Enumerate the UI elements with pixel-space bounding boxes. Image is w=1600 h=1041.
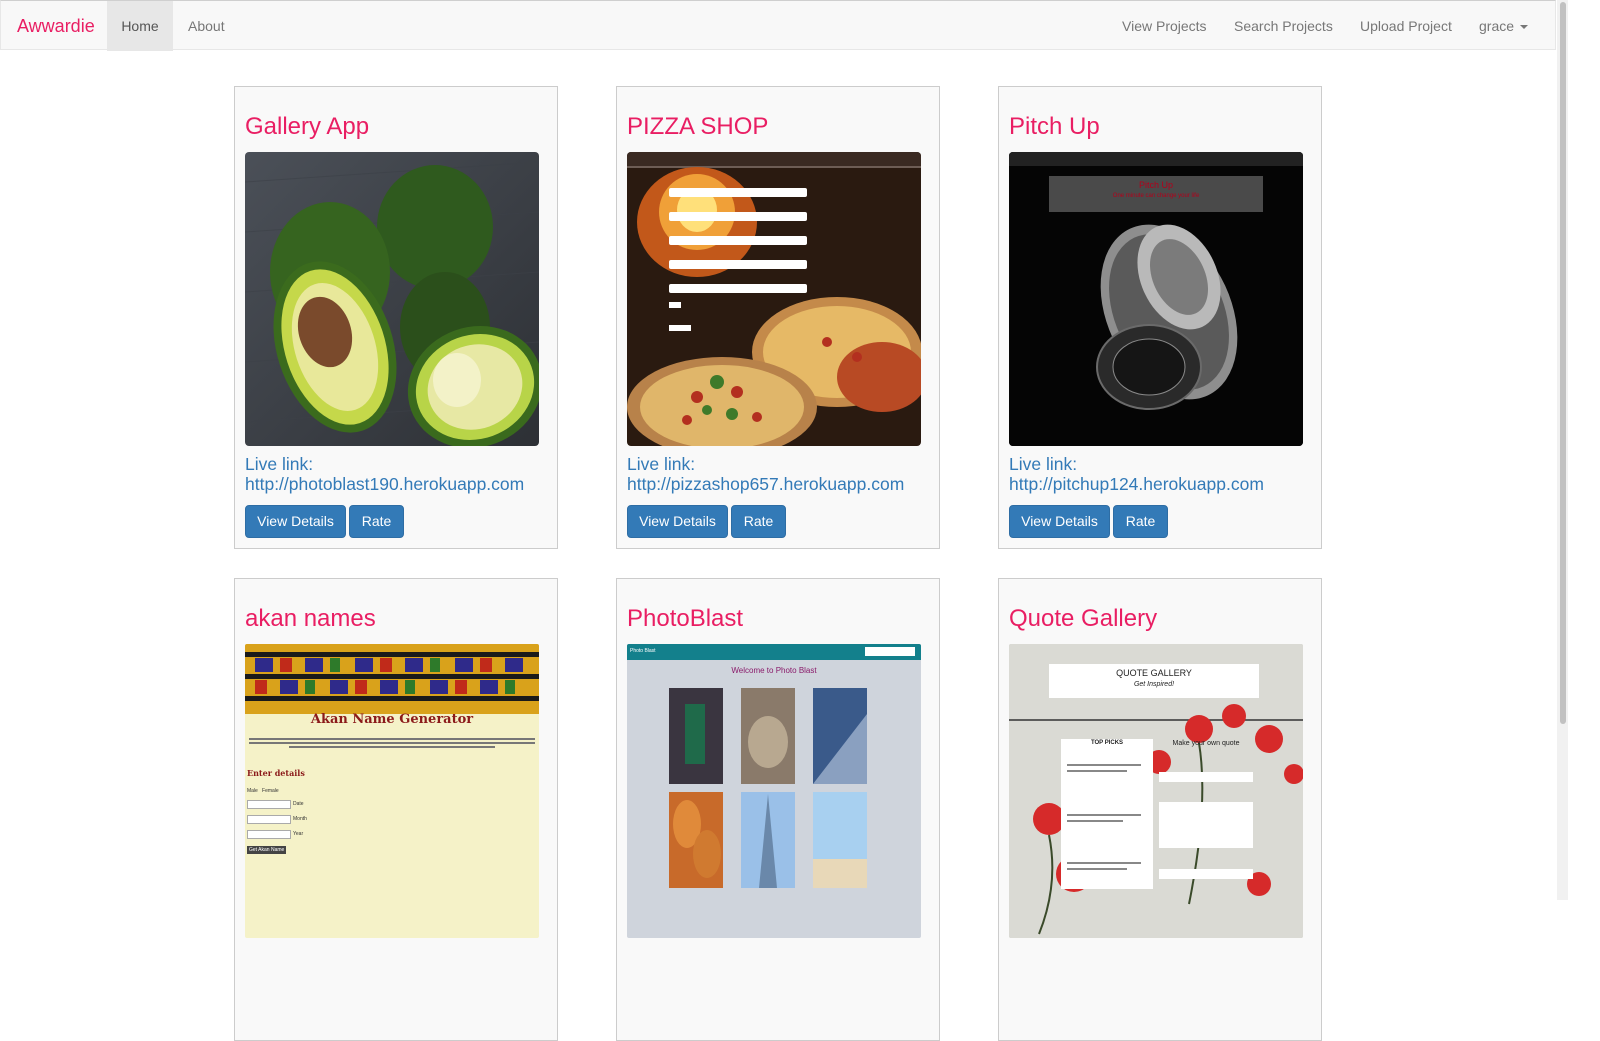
project-card: akan names Akan Name Generator Enter det… bbox=[234, 578, 558, 1041]
screenshot-caption: Pitch Up One minute can change your life bbox=[1049, 180, 1263, 202]
year-field bbox=[247, 830, 291, 839]
screenshot-header: QUOTE GALLERY Get Inspired! bbox=[1049, 667, 1259, 691]
view-details-button[interactable]: View Details bbox=[245, 505, 346, 538]
rate-button[interactable]: Rate bbox=[349, 505, 404, 538]
project-title: Pitch Up bbox=[1009, 113, 1100, 140]
get-akan-name-button: Get Akan Name bbox=[247, 846, 287, 854]
project-title: akan names bbox=[245, 605, 376, 632]
date-label: Date bbox=[293, 801, 304, 807]
female-option: Female bbox=[262, 788, 279, 794]
project-screenshot bbox=[245, 152, 539, 446]
screenshot-heading: Akan Name Generator bbox=[310, 712, 474, 727]
live-link-url[interactable]: http://photoblast190.herokuapp.com bbox=[245, 474, 545, 494]
project-screenshot bbox=[627, 152, 921, 446]
nav-about[interactable]: About bbox=[173, 1, 240, 51]
date-field bbox=[247, 800, 291, 809]
project-card: Gallery App Live link: http://photoblast… bbox=[234, 86, 558, 549]
project-title: Gallery App bbox=[245, 113, 370, 140]
project-card: PhotoBlast Photo Blast Welcome to Photo … bbox=[616, 578, 940, 1041]
live-link-label: Live link: bbox=[1009, 454, 1078, 474]
project-screenshot: Pitch Up One minute can change your life bbox=[1009, 152, 1303, 446]
photo-grid-image bbox=[669, 688, 867, 888]
rate-button[interactable]: Rate bbox=[1113, 505, 1168, 538]
live-link-url[interactable]: http://pizzashop657.herokuapp.com bbox=[627, 474, 927, 494]
avocado-image bbox=[245, 152, 539, 446]
kente-banner-image bbox=[245, 644, 539, 714]
nav-home[interactable]: Home bbox=[107, 1, 173, 51]
page-scrollbar-thumb[interactable] bbox=[1560, 2, 1566, 724]
view-details-button[interactable]: View Details bbox=[1009, 505, 1110, 538]
month-label: Month bbox=[293, 816, 307, 822]
nav-search-projects[interactable]: Search Projects bbox=[1219, 1, 1348, 51]
male-option: Male bbox=[247, 788, 258, 794]
screenshot-title: Pitch Up bbox=[1138, 180, 1173, 190]
project-title: PIZZA SHOP bbox=[627, 113, 769, 140]
project-screenshot: Photo Blast Welcome to Photo Blast bbox=[627, 644, 921, 938]
live-link-label: Live link: bbox=[245, 454, 314, 474]
screenshot-subtitle: One minute can change your life bbox=[1112, 193, 1200, 199]
year-label: Year bbox=[293, 831, 304, 837]
live-link-url[interactable]: http://pitchup124.herokuapp.com bbox=[1009, 474, 1309, 494]
project-card: Quote Gallery QUOTE GALLERY Get Inspired… bbox=[998, 578, 1322, 1041]
project-screenshot: Akan Name Generator Enter details Male F… bbox=[245, 644, 539, 938]
project-title: Quote Gallery bbox=[1009, 605, 1158, 632]
screenshot-subtitle: Get Inspired! bbox=[1133, 681, 1175, 688]
screenshot-title: QUOTE GALLERY bbox=[1116, 668, 1192, 678]
live-link[interactable]: Live link: http://photoblast190.herokuap… bbox=[245, 454, 545, 494]
gender-options: Male Female bbox=[247, 788, 279, 794]
pizza-site-image bbox=[627, 152, 921, 446]
project-screenshot: QUOTE GALLERY Get Inspired! TOP PICKS Ma… bbox=[1009, 644, 1303, 938]
user-dropdown[interactable]: grace bbox=[1464, 1, 1543, 51]
month-field bbox=[247, 815, 291, 824]
live-link[interactable]: Live link: http://pizzashop657.herokuapp… bbox=[627, 454, 927, 494]
screenshot-paragraph bbox=[249, 736, 535, 750]
caret-down-icon bbox=[1520, 25, 1529, 30]
nav-view-projects[interactable]: View Projects bbox=[1107, 1, 1222, 51]
user-name: grace bbox=[1479, 18, 1515, 34]
screenshot-subheading: Enter details bbox=[247, 768, 305, 778]
project-card: Pitch Up Pitch Up One minute can change … bbox=[998, 86, 1322, 549]
live-link[interactable]: Live link: http://pitchup124.herokuapp.c… bbox=[1009, 454, 1309, 494]
brand-logo-link[interactable]: Awwardie bbox=[17, 1, 95, 51]
project-card: PIZZA SHOP Live link: http://pizzashop65… bbox=[616, 86, 940, 549]
top-navbar: Awwardie Home About View Projects Search… bbox=[0, 0, 1556, 51]
live-link-label: Live link: bbox=[627, 454, 696, 474]
rate-button[interactable]: Rate bbox=[731, 505, 786, 538]
project-title: PhotoBlast bbox=[627, 605, 744, 632]
view-details-button[interactable]: View Details bbox=[627, 505, 728, 538]
make-quote-heading: Make your own quote bbox=[1172, 740, 1240, 747]
nav-upload-project[interactable]: Upload Project bbox=[1345, 1, 1467, 51]
top-picks-heading: TOP PICKS bbox=[1090, 740, 1124, 746]
